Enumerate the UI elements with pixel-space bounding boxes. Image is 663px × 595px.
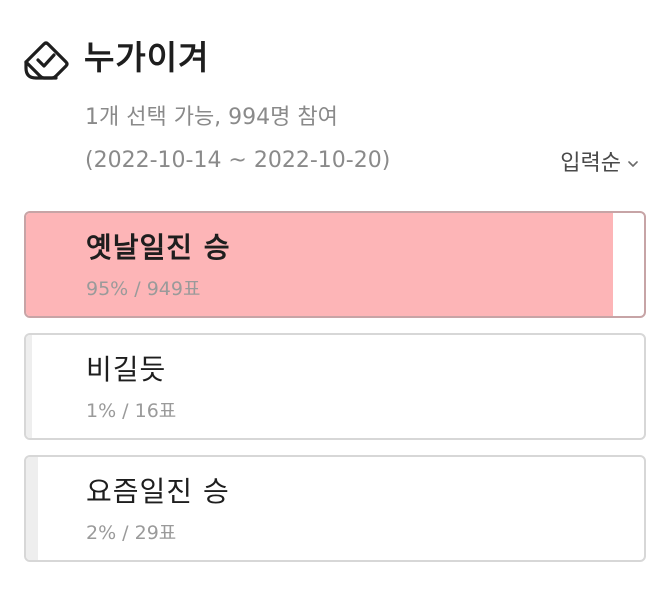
option-result-bar [26,335,33,438]
poll-participation-info: 1개 선택 가능, 994명 참여 [85,105,338,130]
poll-title: 누가이겨 [84,38,210,77]
sort-dropdown[interactable]: 입력순 [560,146,639,182]
sort-label: 입력순 [560,151,621,176]
poll-option-1[interactable]: 옛날일진 승 95% / 949표 [24,211,646,318]
chevron-down-icon [628,161,638,167]
poll-header: 누가이겨 [22,34,209,82]
poll-period: (2022-10-14 ~ 2022-10-20) [85,148,391,173]
option-stats: 2% / 29표 [86,522,177,544]
poll-option-3[interactable]: 요즘일진 승 2% / 29표 [24,455,646,562]
poll-option-2[interactable]: 비길듯 1% / 16표 [24,333,646,440]
option-stats: 95% / 949표 [86,278,201,300]
vote-check-icon [24,41,69,80]
poll-card: 누가이겨 1개 선택 가능, 994명 참여 (2022-10-14 ~ 202… [0,0,663,595]
option-result-bar [26,457,39,560]
option-stats: 1% / 16표 [86,400,177,422]
option-label: 옛날일진 승 [86,231,231,264]
option-label: 비길듯 [86,353,167,386]
option-label: 요즘일진 승 [86,475,230,508]
